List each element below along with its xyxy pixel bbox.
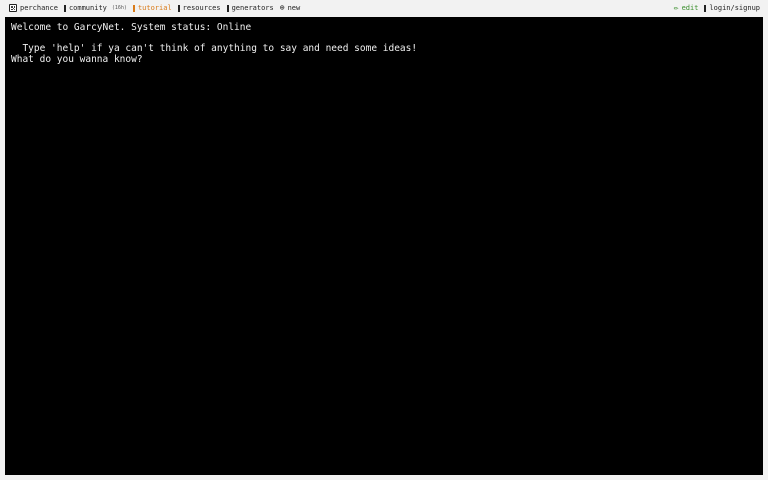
nav-right-group: ✏ edit login/signup [674, 2, 760, 14]
nav-community-label: community [68, 4, 107, 12]
terminal-prompt-line: What do you wanna know? [11, 54, 143, 65]
nav-community[interactable]: community (16h) [63, 4, 127, 12]
community-count: (16h) [111, 5, 127, 11]
nav-perchance-label: perchance [20, 4, 58, 12]
nav-new[interactable]: ⊕ new [279, 3, 301, 13]
chat-icon [63, 4, 66, 12]
nav-resources-label: resources [182, 4, 221, 12]
book-icon [132, 4, 135, 12]
terminal-output[interactable]: Welcome to GarcyNet. System status: Onli… [5, 17, 763, 475]
nav-new-label: new [287, 4, 301, 12]
nav-perchance-home[interactable]: perchance [9, 4, 58, 12]
list-icon [226, 4, 229, 12]
nav-left-group: perchance community (16h) tutorial resou… [9, 2, 300, 14]
dice-icon [9, 4, 17, 12]
user-icon [704, 4, 707, 12]
terminal-welcome-line: Welcome to GarcyNet. System status: Onli… [11, 22, 252, 33]
nav-generators[interactable]: generators [226, 4, 274, 12]
nav-edit-label: edit [681, 4, 699, 12]
nav-tutorial-label: tutorial [137, 4, 172, 12]
nav-login[interactable]: login/signup [704, 4, 760, 12]
nav-resources[interactable]: resources [177, 4, 221, 12]
nav-login-label: login/signup [709, 4, 760, 12]
top-nav-bar: perchance community (16h) tutorial resou… [0, 0, 768, 16]
nav-tutorial[interactable]: tutorial [132, 4, 172, 12]
book-icon [177, 4, 180, 12]
nav-generators-label: generators [231, 4, 274, 12]
nav-edit[interactable]: ✏ edit [673, 3, 699, 13]
pencil-icon: ✏ [673, 3, 679, 12]
plus-circle-icon: ⊕ [279, 3, 285, 12]
